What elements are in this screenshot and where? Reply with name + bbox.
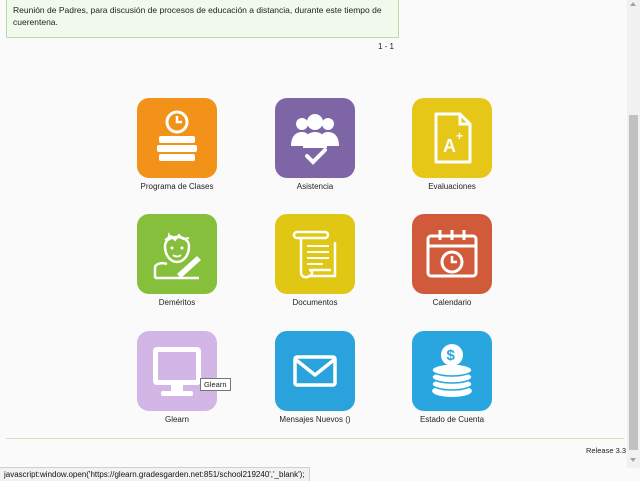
announcement-box: Reunión de Padres, para discusión de pro…: [6, 0, 399, 38]
tile-calendario[interactable]: Calendario: [392, 214, 512, 324]
tile-icon-box[interactable]: $: [412, 331, 492, 411]
svg-text:A: A: [443, 136, 456, 156]
tile-label[interactable]: Documentos: [255, 298, 375, 307]
tile-label[interactable]: Estado de Cuenta: [392, 415, 512, 424]
tile-label[interactable]: Calendario: [392, 298, 512, 307]
tile-label[interactable]: Asistencia: [255, 182, 375, 191]
scroll-down-arrow-icon[interactable]: [630, 458, 636, 462]
tile-label[interactable]: Evaluaciones: [392, 182, 512, 191]
footer-divider: [6, 438, 624, 439]
schedule-books-icon: [157, 110, 197, 161]
monitor-icon: [153, 347, 201, 396]
tile-label[interactable]: Mensajes Nuevos (): [255, 415, 375, 424]
tile-estado-de-cuenta[interactable]: $ Estado de Cuenta: [392, 331, 512, 441]
student-writing-icon: [153, 232, 201, 280]
tile-label[interactable]: Programa de Clases: [117, 182, 237, 191]
tile-icon-box[interactable]: [412, 214, 492, 294]
tile-icon-box[interactable]: [137, 214, 217, 294]
tile-programa-de-clases[interactable]: Programa de Clases: [117, 98, 237, 208]
tile-icon-box[interactable]: A +: [412, 98, 492, 178]
tile-mensajes-nuevos[interactable]: Mensajes Nuevos (): [255, 331, 375, 441]
release-version: Release 3.3: [586, 446, 627, 455]
tile-label[interactable]: Deméritos: [117, 298, 237, 307]
tile-label[interactable]: Glearn: [117, 415, 237, 424]
svg-text:$: $: [447, 347, 456, 364]
attendance-group-icon: [291, 114, 339, 165]
svg-text:+: +: [456, 129, 463, 143]
tile-icon-box[interactable]: [275, 331, 355, 411]
tile-icon-box[interactable]: [137, 98, 217, 178]
calendar-clock-icon: [426, 230, 478, 278]
vertical-scrollbar[interactable]: [627, 0, 640, 468]
tile-icon-box[interactable]: [275, 214, 355, 294]
tooltip: Glearn: [200, 378, 231, 391]
tile-icon-box[interactable]: [137, 331, 217, 411]
browser-status-bar: javascript:window.open('https://glearn.g…: [0, 467, 310, 481]
tile-asistencia[interactable]: Asistencia: [255, 98, 375, 208]
tile-documentos[interactable]: Documentos: [255, 214, 375, 324]
pager-indicator: 1 - 1: [378, 42, 395, 51]
tile-evaluaciones[interactable]: A + Evaluaciones: [392, 98, 512, 208]
grade-document-icon: A +: [434, 112, 472, 164]
coin-stack-icon: $: [431, 344, 473, 397]
tile-icon-box[interactable]: [275, 98, 355, 178]
scroll-document-icon: [292, 230, 337, 279]
scroll-thumb[interactable]: [629, 115, 638, 450]
envelope-icon: [293, 355, 337, 387]
tile-demeritos[interactable]: Deméritos: [117, 214, 237, 324]
announcement-text: Reunión de Padres, para discusión de pro…: [13, 5, 382, 27]
scroll-up-arrow-icon[interactable]: [630, 2, 636, 6]
